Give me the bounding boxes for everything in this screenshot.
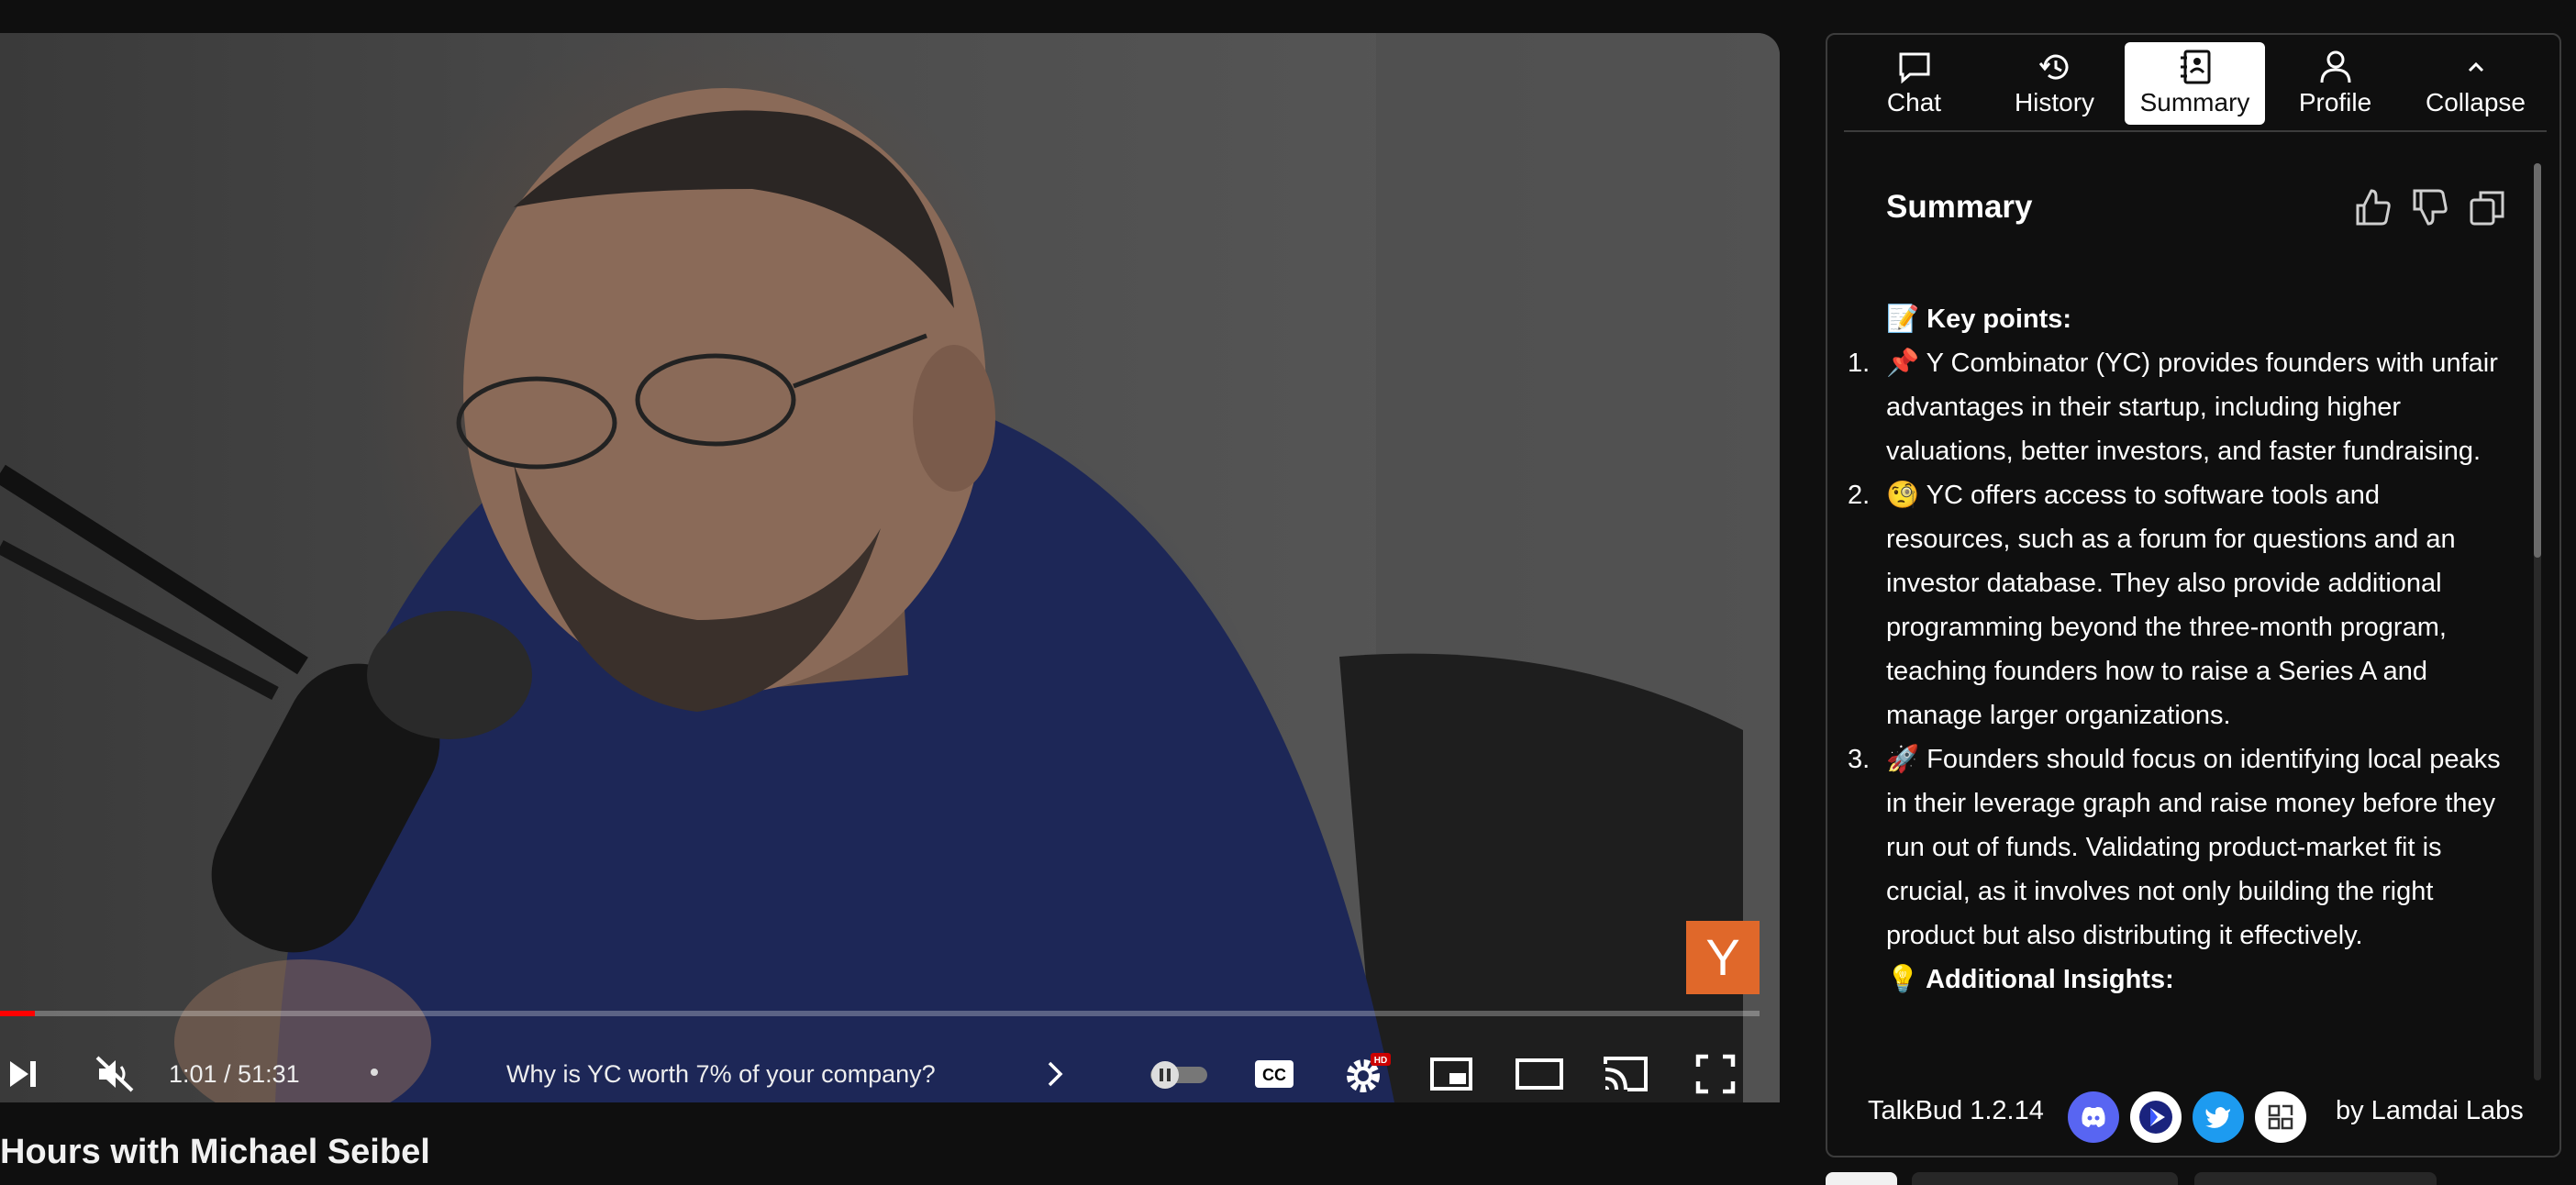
- byline-label: by Lamdai Labs: [2336, 1096, 2524, 1125]
- tab-summary[interactable]: Summary: [2125, 42, 2265, 125]
- key-points-heading: 📝 Key points:: [1886, 305, 2072, 334]
- website-button[interactable]: [2255, 1091, 2306, 1143]
- scrollbar-thumb[interactable]: [2534, 163, 2541, 558]
- progress-bar-fill: [0, 1011, 36, 1016]
- video-frame: [0, 33, 1780, 1102]
- history-clock-icon: [2038, 54, 2068, 80]
- tab-profile[interactable]: Profile: [2265, 42, 2405, 125]
- closed-captions-icon: CC: [1255, 1060, 1294, 1088]
- tab-chat-label: Chat: [1886, 88, 1942, 116]
- thumbs-down-button[interactable]: [2411, 187, 2449, 229]
- theater-mode-icon: [1516, 1058, 1563, 1090]
- product-link-button[interactable]: [2130, 1091, 2182, 1143]
- hd-badge: HD: [1374, 1056, 1387, 1066]
- next-icon: [10, 1061, 36, 1087]
- play-logo-icon: [2139, 1101, 2172, 1134]
- thumbs-down-icon: [2413, 189, 2448, 226]
- theater-mode-button[interactable]: [1510, 1042, 1569, 1102]
- fullscreen-button[interactable]: [1690, 1042, 1741, 1102]
- copy-button[interactable]: [2468, 187, 2506, 229]
- tab-divider: [1844, 130, 2547, 132]
- video-player[interactable]: Y 1:01 / 51:31 Why is YC worth 7% of you…: [0, 33, 1780, 1102]
- list-item: 3. 🚀 Founders should focus on identifyin…: [1848, 737, 2523, 958]
- list-item-text: 🚀 Founders should focus on identifying l…: [1886, 745, 2501, 950]
- autoplay-toggle[interactable]: [1147, 1042, 1211, 1102]
- list-item-number: 1.: [1848, 349, 1871, 378]
- cast-icon: [1604, 1057, 1648, 1091]
- fullscreen-icon: [1695, 1054, 1736, 1094]
- volume-muted-icon: [95, 1056, 134, 1092]
- filter-chip[interactable]: [1912, 1172, 2178, 1185]
- summary-scrollbar[interactable]: [2534, 163, 2541, 1080]
- captions-button[interactable]: CC: [1251, 1042, 1297, 1102]
- list-item: 2. 🧐 YC offers access to software tools …: [1848, 473, 2523, 737]
- filter-chip[interactable]: [1826, 1172, 1897, 1185]
- list-item-number: 3.: [1848, 745, 1871, 774]
- filter-chip[interactable]: [2194, 1172, 2437, 1185]
- cast-button[interactable]: [1598, 1042, 1653, 1102]
- discord-icon: [2082, 1107, 2105, 1127]
- copy-icon: [2470, 191, 2504, 226]
- twitter-button[interactable]: [2193, 1091, 2244, 1143]
- twitter-icon: [2205, 1107, 2230, 1128]
- chat-bubble-icon: [1899, 52, 1929, 83]
- miniplayer-icon: [1430, 1058, 1472, 1091]
- profile-person-icon: [2320, 50, 2350, 83]
- summary-title: Summary: [1886, 189, 2033, 225]
- tab-history-label: History: [2014, 88, 2095, 116]
- miniplayer-button[interactable]: [1424, 1042, 1479, 1102]
- panel-tabs: Chat History Summary Profile Collapse: [1844, 42, 2547, 134]
- list-item-text: 🧐 YC offers access to software tools and…: [1886, 481, 2456, 730]
- talkbud-panel: Chat History Summary Profile Collapse Su…: [1826, 33, 2561, 1157]
- list-item-number: 2.: [1848, 481, 1871, 510]
- tab-collapse-label: Collapse: [2426, 88, 2526, 116]
- time-display: 1:01 / 51:31: [169, 1060, 300, 1088]
- tab-summary-label: Summary: [2139, 88, 2250, 116]
- settings-button[interactable]: HD: [1339, 1042, 1394, 1102]
- tab-profile-label: Profile: [2298, 88, 2372, 116]
- tab-collapse[interactable]: Collapse: [2405, 42, 2546, 125]
- summary-content: 📝 Key points: 1. 📌 Y Combinator (YC) pro…: [1848, 297, 2523, 1073]
- video-title: Hours with Michael Seibel: [0, 1133, 430, 1171]
- chapter-next-button[interactable]: [1037, 1042, 1073, 1102]
- list-item-text: 📌 Y Combinator (YC) provides founders wi…: [1886, 349, 2498, 466]
- chapter-separator-dot: [371, 1069, 378, 1076]
- next-button[interactable]: [0, 1042, 46, 1102]
- autoplay-toggle-icon: [1150, 1061, 1207, 1089]
- thumbs-up-button[interactable]: [2354, 187, 2393, 229]
- grid-logo-icon: [2268, 1104, 2293, 1130]
- svg-text:CC: CC: [1262, 1066, 1286, 1084]
- additional-insights-heading: 💡 Additional Insights:: [1886, 965, 2174, 994]
- summary-actions: [2354, 187, 2506, 229]
- tab-chat[interactable]: Chat: [1844, 42, 1984, 125]
- chapter-title[interactable]: Why is YC worth 7% of your company?: [506, 1042, 936, 1102]
- gear-icon: HD: [1347, 1053, 1391, 1092]
- thumbs-up-icon: [2356, 189, 2391, 226]
- summary-notebook-icon: [2180, 50, 2210, 84]
- chevron-right-icon: [1048, 1061, 1063, 1087]
- discord-button[interactable]: [2068, 1091, 2119, 1143]
- mute-button[interactable]: [88, 1042, 143, 1102]
- tab-history[interactable]: History: [1984, 42, 2125, 125]
- chevron-up-icon: [2468, 61, 2483, 72]
- channel-watermark-logo[interactable]: Y: [1686, 921, 1760, 994]
- panel-footer: TalkBud 1.2.14 by Lamdai Labs: [1827, 1069, 2559, 1152]
- version-label: TalkBud 1.2.14: [1868, 1096, 2044, 1125]
- list-item: 1. 📌 Y Combinator (YC) provides founders…: [1848, 341, 2523, 473]
- progress-bar[interactable]: [0, 1011, 1760, 1016]
